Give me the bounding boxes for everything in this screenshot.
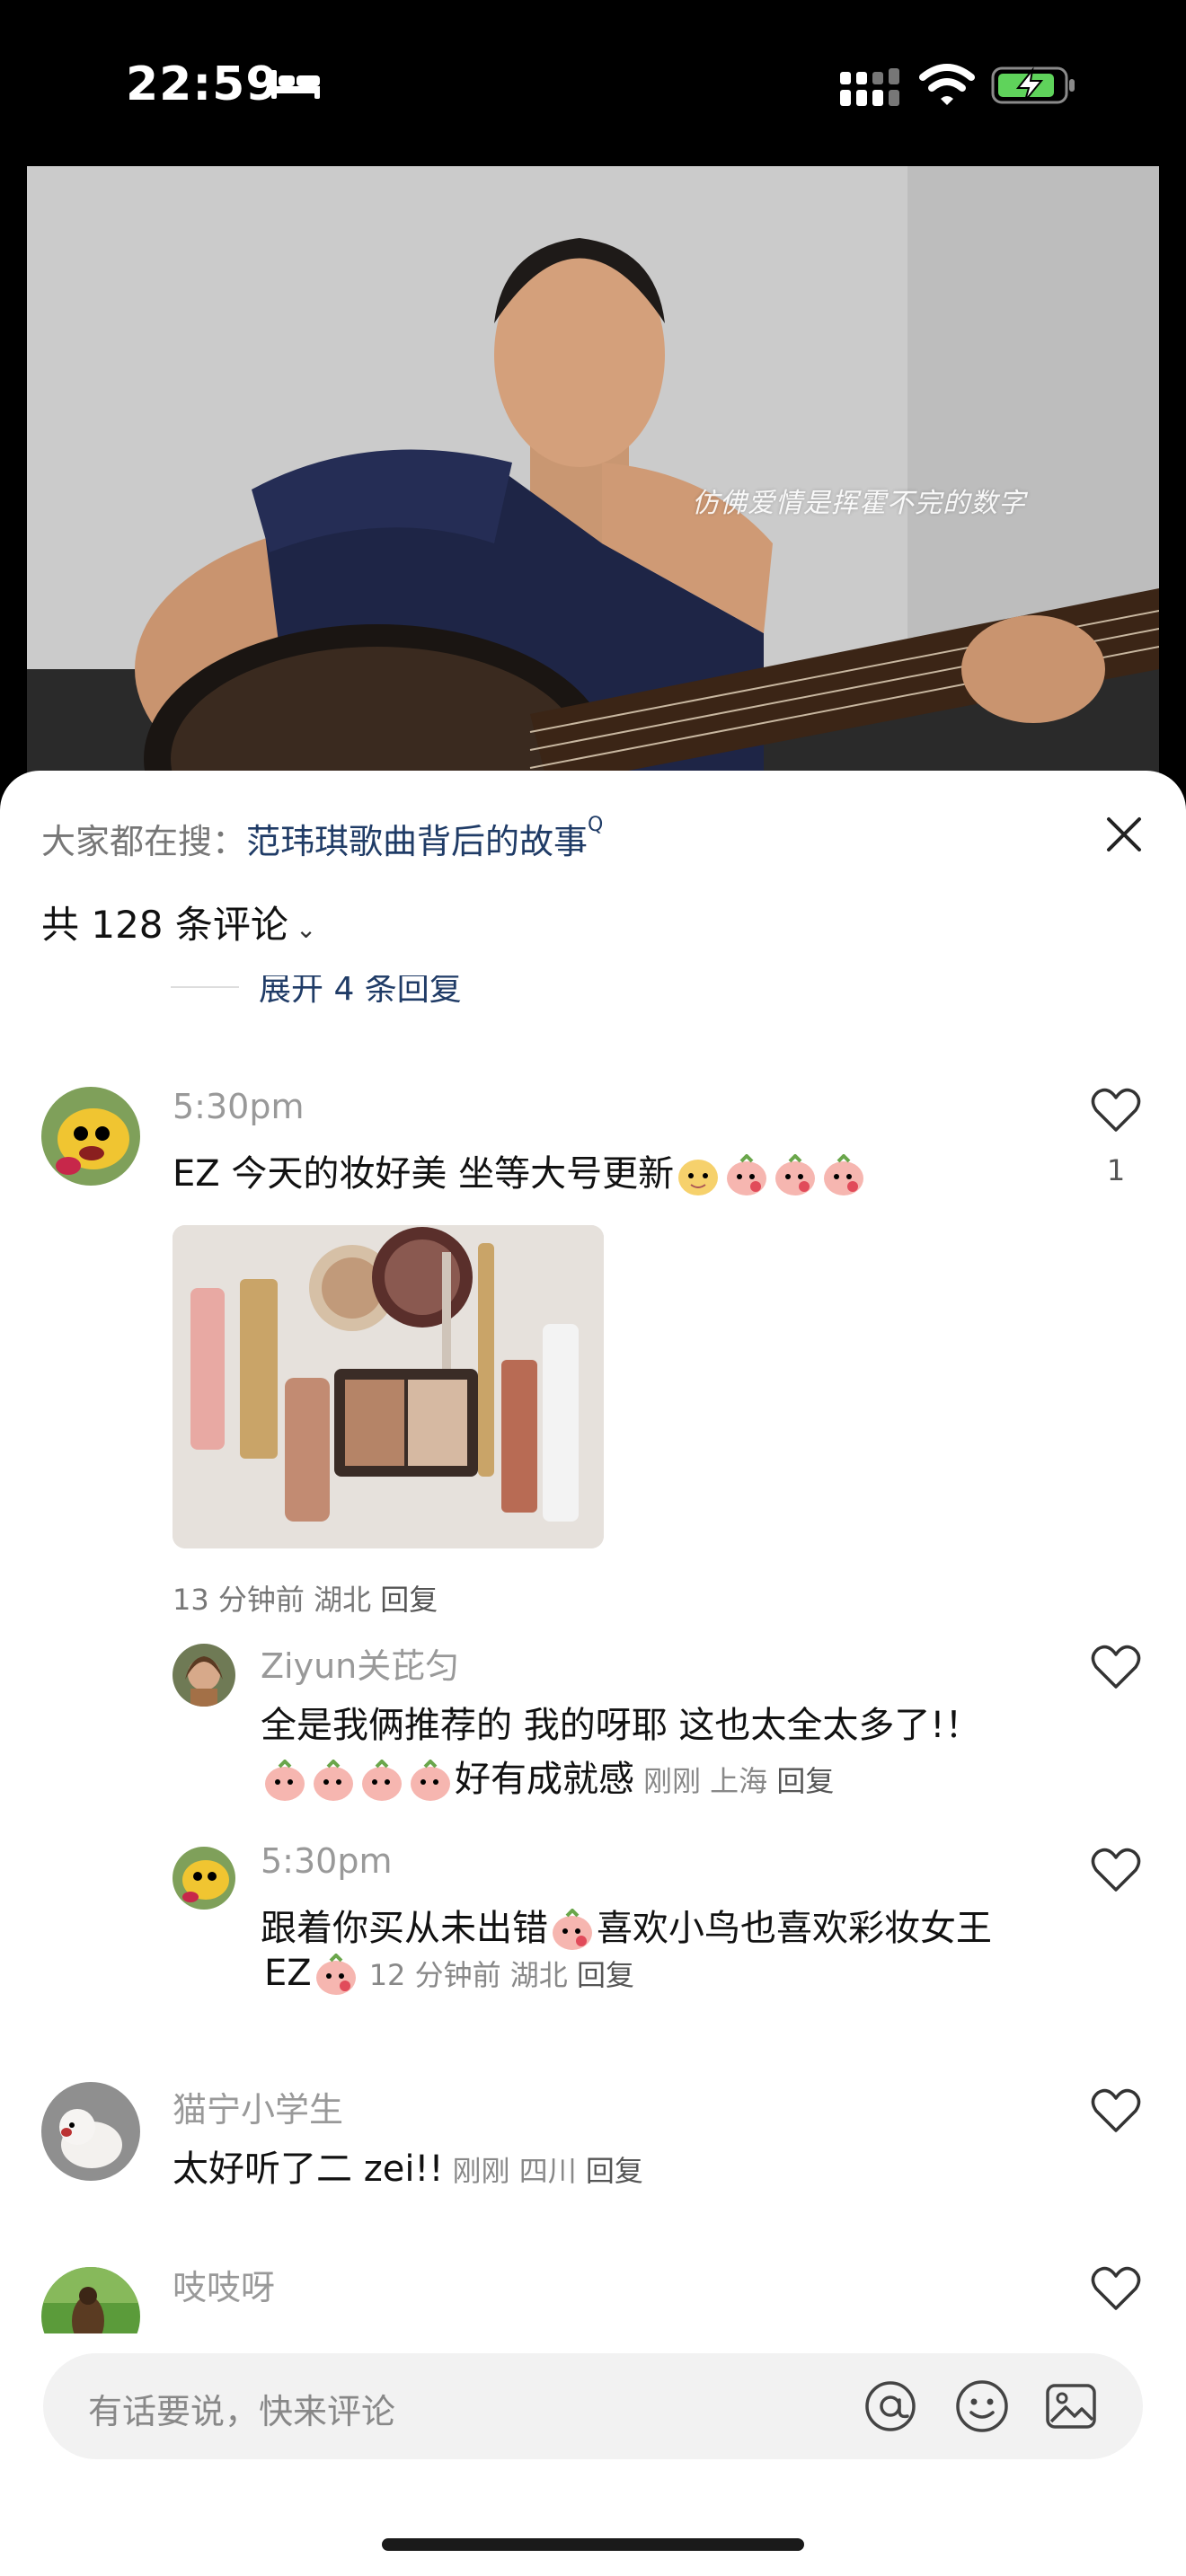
like-heart-icon[interactable] xyxy=(1091,1644,1141,1690)
reply-body-part1: 跟着你买从未出错 xyxy=(261,1908,548,1949)
comment-author[interactable]: 吱吱呀 xyxy=(173,2260,275,2309)
like-heart-icon[interactable] xyxy=(1091,1087,1141,1134)
reply-button[interactable]: 回复 xyxy=(586,2154,643,2188)
reply-author[interactable]: 5:30pm xyxy=(261,1841,392,1881)
reply-button[interactable]: 回复 xyxy=(776,1764,834,1798)
like-count: 1 xyxy=(1106,1153,1126,1187)
reply-text-line2: 好有成就感 刚刚 上海 回复 xyxy=(261,1750,834,1803)
reply-body-end: EZ xyxy=(264,1953,312,1994)
reply-text-line2: EZ 12 分钟前 湖北 回复 xyxy=(264,1953,634,1997)
comment-meta-text: 刚刚 四川 xyxy=(452,2154,586,2188)
reply-meta-text: 刚刚 上海 xyxy=(643,1764,777,1798)
cellular-signal-icon xyxy=(840,68,899,106)
reply-meta: 刚刚 上海 回复 xyxy=(643,1764,834,1798)
avatar[interactable] xyxy=(41,1087,140,1186)
comment-author[interactable]: 猫宁小学生 xyxy=(173,2082,343,2131)
search-icon: Q xyxy=(588,814,604,836)
peach-face-emoji-icon xyxy=(820,1154,867,1197)
like-heart-icon[interactable] xyxy=(1091,2087,1141,2134)
reply-text-line1: 跟着你买从未出错 喜欢小鸟也喜欢彩妆女王 xyxy=(261,1899,992,1952)
video-player[interactable]: 仿佛爱情是挥霍不完的数字 xyxy=(27,166,1159,786)
reply-body-part2: 喜欢小鸟也喜欢彩妆女王 xyxy=(597,1908,992,1949)
like-heart-icon[interactable] xyxy=(1091,1847,1141,1893)
comments-sheet: 大家都在搜：范玮琪歌曲背后的故事Q 共 128 条评论 ⌄ 展开 4 条回复 5:… xyxy=(0,771,1186,2576)
home-indicator[interactable] xyxy=(382,2538,804,2551)
like-heart-icon[interactable] xyxy=(1091,2265,1141,2312)
comment-meta-text: 13 分钟前 湖北 xyxy=(173,1583,381,1617)
peach-face-emoji-icon xyxy=(675,1154,721,1197)
status-bar: 22:59 xyxy=(0,0,1186,171)
peach-face-emoji-icon xyxy=(407,1760,454,1803)
image-upload-icon[interactable] xyxy=(1044,2380,1098,2432)
bed-icon xyxy=(271,70,320,99)
comment-count-dropdown[interactable]: 共 128 条评论 ⌄ xyxy=(41,895,316,949)
close-icon[interactable] xyxy=(1098,808,1150,860)
expand-replies[interactable]: 展开 4 条回复 xyxy=(171,975,530,1015)
comment-input[interactable]: 有话要说，快来评论 xyxy=(43,2353,1143,2459)
mention-at-icon[interactable] xyxy=(863,2378,918,2434)
comment-body: EZ 今天的妆好美 坐等大号更新 xyxy=(173,1153,675,1195)
reply-button[interactable]: 回复 xyxy=(577,1958,634,1992)
peach-face-emoji-icon xyxy=(358,1760,405,1803)
emoji-smile-icon[interactable] xyxy=(954,2378,1010,2434)
peach-face-emoji-icon xyxy=(310,1760,357,1803)
trending-prefix: 大家都在搜： xyxy=(41,822,247,861)
peach-face-emoji-icon xyxy=(723,1154,770,1197)
chevron-down-icon: ⌄ xyxy=(295,914,317,944)
reply-body-end: 好有成就感 xyxy=(455,1759,634,1800)
status-time: 22:59 xyxy=(126,57,279,111)
peach-face-emoji-icon xyxy=(261,1760,308,1803)
peach-face-emoji-icon xyxy=(549,1909,596,1952)
comment-input-placeholder: 有话要说，快来评论 xyxy=(88,2392,396,2431)
reply-text-line1: 全是我俩推荐的 我的呀耶 这也太全太多了!！ xyxy=(261,1705,981,1746)
comment-input-bar: 有话要说，快来评论 xyxy=(0,2333,1186,2576)
comment-meta: 刚刚 四川 回复 xyxy=(453,2154,643,2188)
comment-body: 太好听了二 zei!! xyxy=(173,2148,444,2190)
expand-replies-label: 展开 4 条回复 xyxy=(259,975,462,1008)
wifi-icon xyxy=(919,64,975,105)
comment-text: 太好听了二 zei!! 刚刚 四川 回复 xyxy=(173,2139,643,2192)
comment-photo[interactable] xyxy=(173,1225,604,1548)
video-caption: 仿佛爱情是挥霍不完的数字 xyxy=(692,488,1026,519)
trending-topic[interactable]: 范玮琪歌曲背后的故事 xyxy=(246,822,588,861)
reply-author[interactable]: Ziyun关芘匀 xyxy=(261,1638,459,1688)
trending-search[interactable]: 大家都在搜：范玮琪歌曲背后的故事Q xyxy=(41,814,603,863)
comment-author[interactable]: 5:30pm xyxy=(173,1087,304,1126)
reply-meta: 12 分钟前 湖北 回复 xyxy=(369,1958,634,1992)
reply-button[interactable]: 回复 xyxy=(380,1583,438,1617)
avatar[interactable] xyxy=(41,2082,140,2181)
comment-count-label: 共 128 条评论 xyxy=(41,903,288,947)
peach-face-emoji-icon xyxy=(772,1154,819,1197)
video-frame xyxy=(27,166,1159,786)
reply-meta-text: 12 分钟前 湖北 xyxy=(368,1958,577,1992)
avatar[interactable] xyxy=(173,1847,235,1910)
avatar[interactable] xyxy=(173,1644,235,1707)
peach-face-emoji-icon xyxy=(313,1954,359,1997)
comment-text: EZ 今天的妆好美 坐等大号更新 xyxy=(173,1144,868,1197)
comment-meta: 13 分钟前 湖北 回复 xyxy=(173,1577,438,1619)
battery-charging-icon xyxy=(991,66,1075,104)
divider xyxy=(171,986,239,988)
